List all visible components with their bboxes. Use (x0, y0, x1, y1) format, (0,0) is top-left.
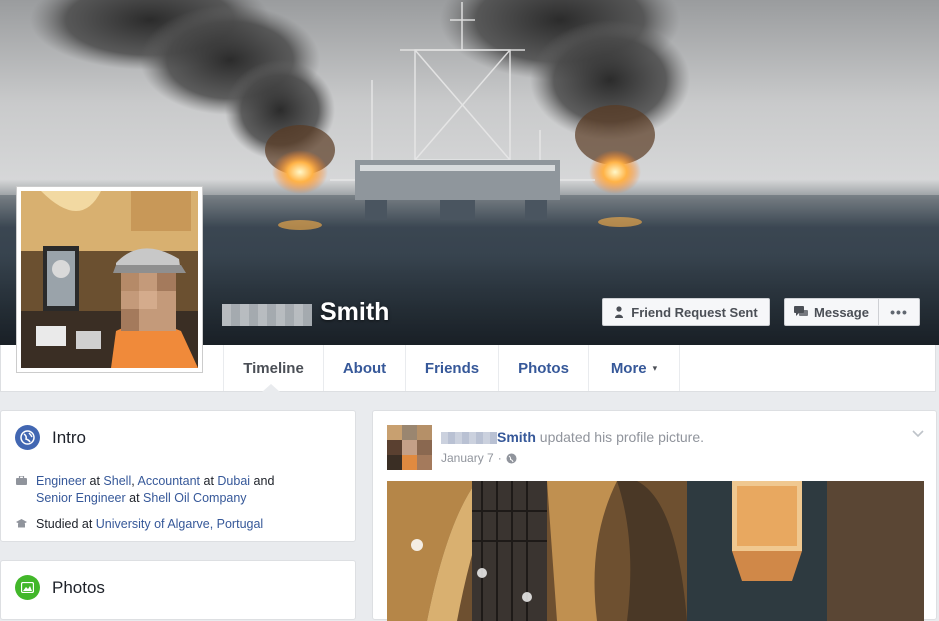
intro-title: Intro (52, 427, 87, 447)
education-prefix: Studied at (36, 517, 96, 531)
author-name-redaction (441, 432, 497, 444)
profile-name[interactable]: Smith (320, 298, 389, 327)
employer-shell-oil[interactable]: Shell Oil Company (143, 491, 247, 505)
post-action-text: updated his profile picture. (535, 429, 704, 445)
friend-request-sent-button[interactable]: Friend Request Sent (602, 298, 770, 326)
at-text: at (86, 474, 104, 488)
employer-dubai[interactable]: Dubai (217, 474, 250, 488)
name-redaction (222, 304, 312, 326)
post-photo (387, 481, 924, 621)
photo-icon (15, 575, 40, 600)
tab-more-label: More (610, 359, 647, 377)
employer-shell[interactable]: Shell (103, 474, 131, 488)
profile-photo-image (21, 191, 198, 368)
post-meta: January 7 · (441, 451, 517, 465)
post-author-avatar[interactable] (387, 425, 432, 470)
school-link[interactable]: University of Algarve, Portugal (96, 517, 263, 531)
caret-down-icon: ▾ (652, 362, 658, 373)
post-header-line: Smith updated his profile picture. (497, 429, 704, 445)
at-text: at (200, 474, 218, 488)
education-row: Studied at University of Algarve, Portug… (15, 516, 263, 533)
tab-photos[interactable]: Photos (498, 345, 588, 391)
post-card: Smith updated his profile picture. Janua… (372, 410, 937, 621)
intro-header: Intro (15, 425, 86, 450)
job-title-engineer[interactable]: Engineer (36, 474, 86, 488)
and-text: and (250, 474, 275, 488)
more-options-button[interactable]: ••• (878, 298, 920, 326)
at-text: at (125, 491, 144, 505)
photos-header: Photos (15, 575, 105, 600)
friend-button-label: Friend Request Sent (631, 304, 758, 320)
post-image[interactable] (387, 481, 924, 621)
tab-friends[interactable]: Friends (405, 345, 498, 391)
person-add-icon (615, 305, 624, 318)
work-row: Engineer at Shell, Accountant at Dubai a… (15, 473, 274, 507)
job-title-accountant[interactable]: Accountant (137, 474, 200, 488)
privacy-globe-icon[interactable] (506, 453, 517, 464)
briefcase-icon (15, 473, 27, 507)
photos-card: Photos (0, 560, 356, 620)
chevron-down-icon[interactable] (912, 427, 924, 441)
message-button[interactable]: Message (784, 298, 879, 326)
post-date[interactable]: January 7 (441, 451, 494, 465)
message-icon (794, 306, 809, 316)
active-tab-indicator (262, 384, 280, 392)
tab-about[interactable]: About (323, 345, 405, 391)
globe-icon (15, 425, 40, 450)
photos-title[interactable]: Photos (52, 578, 105, 598)
intro-card: Intro Engineer at Shell, Accountant at D… (0, 410, 356, 542)
post-author-name[interactable]: Smith (497, 429, 536, 445)
profile-picture[interactable] (16, 186, 203, 373)
job-title-senior-engineer[interactable]: Senior Engineer (36, 491, 126, 505)
message-button-label: Message (814, 304, 869, 320)
meta-separator: · (497, 451, 502, 465)
graduation-cap-icon (15, 516, 27, 533)
tab-more[interactable]: More ▾ (588, 345, 680, 391)
